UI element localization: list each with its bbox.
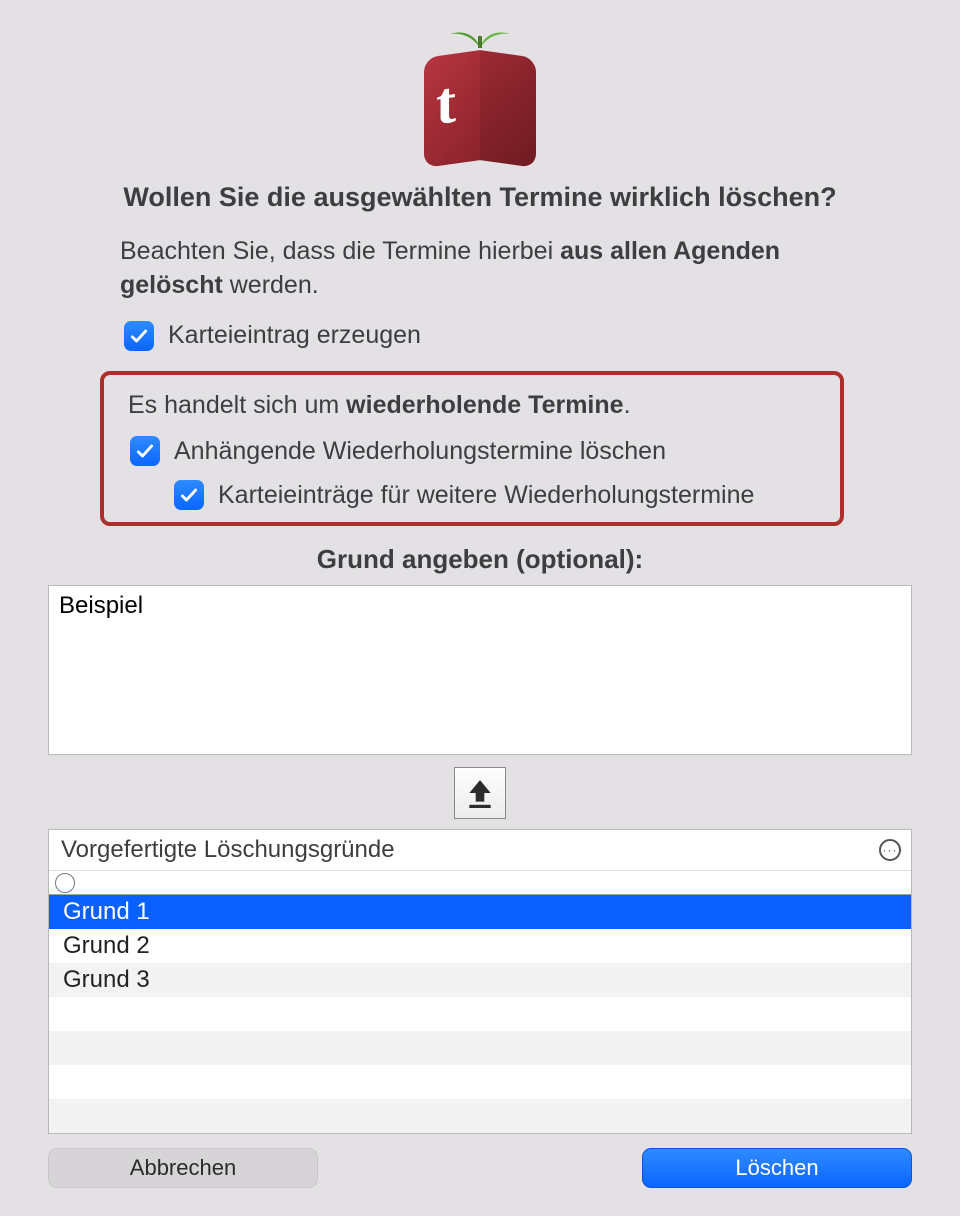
list-item: . <box>49 1031 911 1065</box>
list-item[interactable]: Grund 2 <box>49 929 911 963</box>
radio-icon <box>55 873 75 893</box>
apply-reason-button[interactable] <box>454 767 506 819</box>
preset-filter-row[interactable] <box>49 871 911 895</box>
leaf-icon <box>448 28 512 48</box>
checkbox-label: Anhängende Wiederholungstermine löschen <box>174 437 666 466</box>
list-item: . <box>49 1099 911 1133</box>
checkbox-create-card-entry[interactable]: Karteieintrag erzeugen <box>124 321 844 351</box>
list-item: . <box>49 997 911 1031</box>
list-item[interactable]: Grund 1 <box>49 895 911 929</box>
dialog-title: Wollen Sie die ausgewählten Termine wirk… <box>80 182 880 213</box>
checkmark-icon <box>124 321 154 351</box>
recurring-description: Es handelt sich um wiederholende Termine… <box>128 389 828 423</box>
preset-reasons-list: Vorgefertigte Löschungsgründe ··· Grund … <box>48 829 912 1134</box>
reason-textarea[interactable]: Beispiel <box>48 585 912 755</box>
app-icon-letter: t <box>436 71 456 134</box>
recurring-highlight-box: Es handelt sich um wiederholende Termine… <box>100 371 844 527</box>
upload-icon <box>467 778 493 808</box>
list-item[interactable]: Grund 3 <box>49 963 911 997</box>
checkmark-icon <box>174 480 204 510</box>
app-icon: t <box>20 28 940 164</box>
reason-heading: Grund angeben (optional): <box>20 544 940 575</box>
preset-reasons-header: Vorgefertigte Löschungsgründe ··· <box>49 830 911 871</box>
checkbox-card-entries-recurring[interactable]: Karteieinträge für weitere Wiederholungs… <box>174 480 828 510</box>
checkbox-label: Karteieintrag erzeugen <box>168 321 421 350</box>
checkbox-delete-recurring[interactable]: Anhängende Wiederholungstermine löschen <box>130 436 828 466</box>
delete-button[interactable]: Löschen <box>642 1148 912 1188</box>
cancel-button[interactable]: Abbrechen <box>48 1148 318 1188</box>
preset-reasons-body: Grund 1 Grund 2 Grund 3 . . . . <box>49 895 911 1133</box>
list-item: . <box>49 1065 911 1099</box>
dialog-description: Beachten Sie, dass die Termine hierbei a… <box>120 235 844 303</box>
checkmark-icon <box>130 436 160 466</box>
more-options-icon[interactable]: ··· <box>879 839 901 861</box>
checkbox-label: Karteieinträge für weitere Wiederholungs… <box>218 481 754 510</box>
